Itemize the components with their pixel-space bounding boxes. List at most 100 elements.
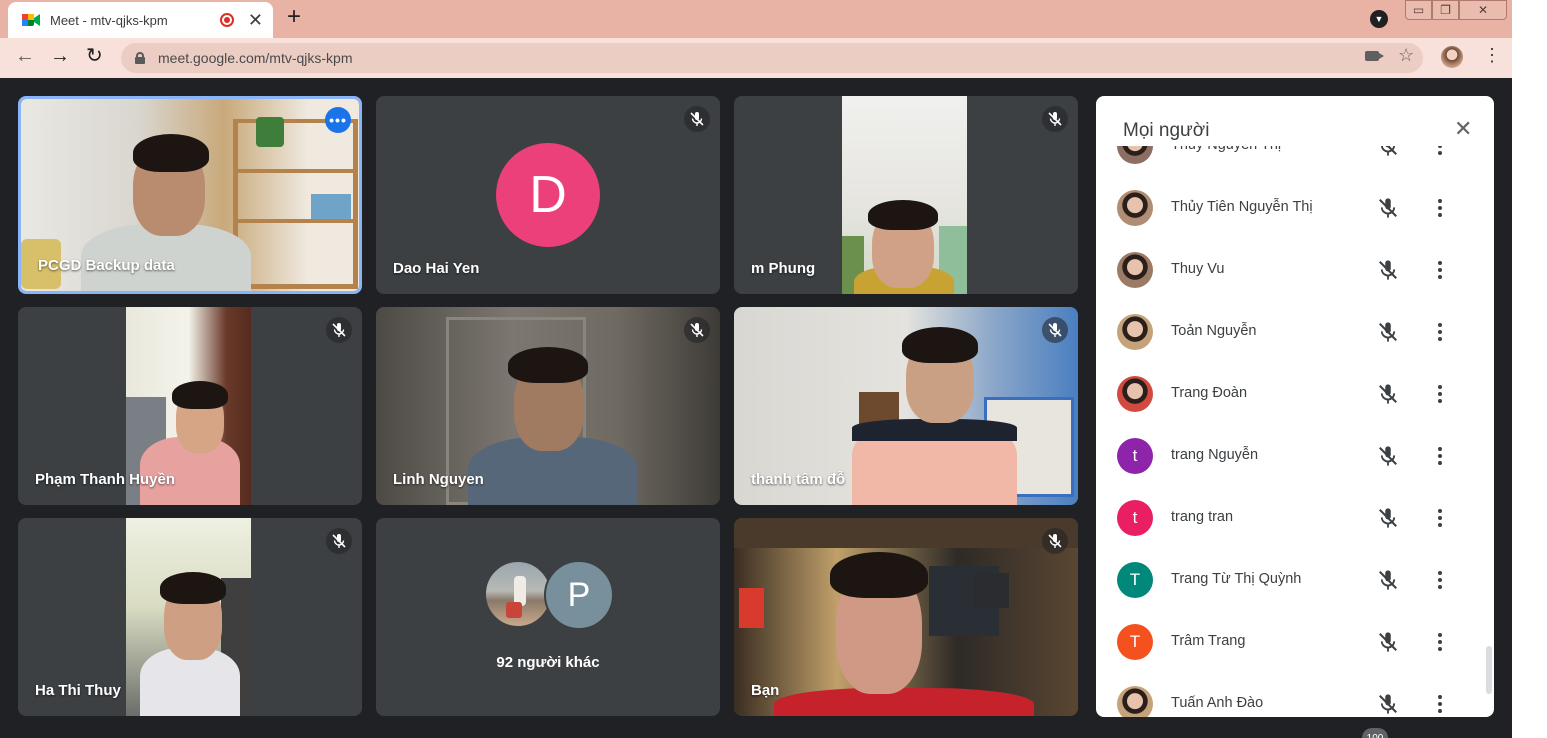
screen-edge bbox=[1512, 0, 1547, 738]
mic-off-icon[interactable] bbox=[1376, 146, 1400, 158]
participant-row-name: Thủy Tiên Nguyễn Thị bbox=[1171, 199, 1313, 215]
participant-row-name: trang Nguyễn bbox=[1171, 447, 1259, 463]
tab-close-icon[interactable]: ✕ bbox=[248, 11, 263, 29]
bookmark-star-icon[interactable]: ☆ bbox=[1398, 46, 1414, 64]
participant-photo-avatar bbox=[1117, 252, 1153, 288]
mic-off-icon bbox=[684, 106, 710, 132]
mic-off-icon bbox=[1042, 528, 1068, 554]
reload-icon[interactable]: ↻ bbox=[86, 46, 103, 66]
video-tile-linh-nguyen[interactable]: Linh Nguyen bbox=[376, 307, 720, 505]
window-maximize-button[interactable]: ❐ bbox=[1432, 0, 1459, 20]
mic-off-icon[interactable] bbox=[1376, 692, 1400, 716]
mic-off-icon bbox=[684, 317, 710, 343]
url-text[interactable]: meet.google.com/mtv-qjks-kpm bbox=[158, 50, 353, 66]
video-tile-thanh-tam-do[interactable]: thanh tâm đỗ bbox=[734, 307, 1078, 505]
participant-name: PCGD Backup data bbox=[38, 257, 175, 274]
mic-off-icon[interactable] bbox=[1376, 444, 1400, 468]
people-panel: Mọi người ✕ Thủy Nguyễn Thị Thủy Tiên Ngu… bbox=[1096, 96, 1494, 717]
participant-row[interactable]: Thủy Tiên Nguyễn Thị bbox=[1096, 177, 1494, 239]
video-tile-others[interactable]: P 92 người khác bbox=[376, 518, 720, 716]
participant-letter-avatar: t bbox=[1117, 438, 1153, 474]
more-options-icon[interactable] bbox=[1432, 506, 1448, 530]
others-avatars: P bbox=[484, 560, 614, 630]
browser-menu-icon[interactable]: ⋮ bbox=[1483, 46, 1501, 64]
browser-titlebar: Meet - mtv-qjks-kpm ✕ + ▼ ▭ ❐ ✕ bbox=[0, 0, 1512, 38]
browser-tab[interactable]: Meet - mtv-qjks-kpm ✕ bbox=[8, 2, 273, 38]
mic-off-icon[interactable] bbox=[1376, 196, 1400, 220]
video-tile-pham-thanh-huyen[interactable]: Phạm Thanh Huyền bbox=[18, 307, 362, 505]
participant-name: Linh Nguyen bbox=[393, 471, 484, 488]
participant-row-name: Toản Nguyễn bbox=[1171, 323, 1257, 339]
participant-name: Bạn bbox=[751, 682, 780, 699]
lock-icon[interactable] bbox=[135, 52, 145, 64]
participant-row[interactable]: Tuấn Anh Đào bbox=[1096, 673, 1494, 717]
video-tile-ban[interactable]: Bạn bbox=[734, 518, 1078, 716]
participant-count-badge: 100 bbox=[1362, 728, 1388, 738]
new-tab-button[interactable]: + bbox=[287, 5, 301, 29]
video-tile-m-phung[interactable]: m Phung bbox=[734, 96, 1078, 294]
mic-off-icon[interactable] bbox=[1376, 630, 1400, 654]
mic-off-icon bbox=[326, 317, 352, 343]
people-list-scrollbar[interactable] bbox=[1486, 646, 1492, 694]
participant-row-name: Thuy Vu bbox=[1171, 261, 1225, 277]
participant-row-name: trang tran bbox=[1171, 509, 1234, 525]
close-panel-icon[interactable]: ✕ bbox=[1454, 118, 1472, 140]
participant-row[interactable]: Thuy Vu bbox=[1096, 239, 1494, 301]
participant-photo-avatar bbox=[1117, 314, 1153, 350]
participant-row[interactable]: T Trang Từ Thị Quỳnh bbox=[1096, 549, 1494, 611]
panel-title: Mọi người bbox=[1123, 120, 1210, 141]
window-minimize-button[interactable]: ▭ bbox=[1405, 0, 1432, 20]
back-arrow-icon[interactable]: ← bbox=[15, 46, 35, 66]
others-count-label: 92 người khác bbox=[496, 654, 600, 671]
recording-icon bbox=[219, 13, 234, 27]
participant-name: Phạm Thanh Huyền bbox=[35, 471, 176, 488]
tile-more-options-button[interactable]: ••• bbox=[325, 107, 351, 133]
meet-stage: ••• PCGD Backup data D Dao Hai Yen m Phu… bbox=[0, 78, 1512, 738]
participant-photo-avatar bbox=[1117, 190, 1153, 226]
more-options-icon[interactable] bbox=[1432, 258, 1448, 282]
more-options-icon[interactable] bbox=[1432, 196, 1448, 220]
profile-avatar[interactable] bbox=[1441, 46, 1463, 68]
meet-window: Meet - mtv-qjks-kpm ✕ + ▼ ▭ ❐ ✕ ← → ↻ me… bbox=[0, 0, 1547, 738]
mic-off-icon[interactable] bbox=[1376, 320, 1400, 344]
participant-row-name: Trang Từ Thị Quỳnh bbox=[1171, 571, 1302, 587]
participant-row[interactable]: Thủy Nguyễn Thị bbox=[1096, 146, 1494, 177]
participant-row[interactable]: t trang tran bbox=[1096, 487, 1494, 549]
mic-off-icon bbox=[1042, 317, 1068, 343]
participant-photo-avatar bbox=[1117, 376, 1153, 412]
participant-row-name: Tuấn Anh Đào bbox=[1171, 695, 1264, 711]
video-tile-ha-thi-thuy[interactable]: Ha Thi Thuy bbox=[18, 518, 362, 716]
video-tile-dao-hai-yen[interactable]: D Dao Hai Yen bbox=[376, 96, 720, 294]
mic-off-icon[interactable] bbox=[1376, 258, 1400, 282]
more-options-icon[interactable] bbox=[1432, 382, 1448, 406]
participant-letter-avatar: t bbox=[1117, 500, 1153, 536]
participant-row[interactable]: t trang Nguyễn bbox=[1096, 425, 1494, 487]
participant-row[interactable]: Trang Đoàn bbox=[1096, 363, 1494, 425]
more-options-icon[interactable] bbox=[1432, 320, 1448, 344]
mic-off-icon[interactable] bbox=[1376, 568, 1400, 592]
address-bar[interactable]: meet.google.com/mtv-qjks-kpm bbox=[121, 43, 1423, 73]
more-options-icon[interactable] bbox=[1432, 146, 1448, 158]
participant-name: Dao Hai Yen bbox=[393, 260, 480, 277]
video-feed bbox=[734, 518, 1078, 716]
more-options-icon[interactable] bbox=[1432, 568, 1448, 592]
more-options-icon[interactable] bbox=[1432, 630, 1448, 654]
participant-row[interactable]: T Trâm Trang bbox=[1096, 611, 1494, 673]
camera-in-use-icon[interactable] bbox=[1365, 51, 1384, 61]
meet-favicon-icon bbox=[22, 12, 40, 28]
participant-letter-avatar: T bbox=[1117, 562, 1153, 598]
people-list[interactable]: Thủy Nguyễn Thị Thủy Tiên Nguyễn Thị Thuy … bbox=[1096, 146, 1494, 717]
more-options-icon[interactable] bbox=[1432, 692, 1448, 716]
more-options-icon[interactable] bbox=[1432, 444, 1448, 468]
mic-off-icon[interactable] bbox=[1376, 382, 1400, 406]
video-tile-pcgd[interactable]: ••• PCGD Backup data bbox=[18, 96, 362, 294]
participant-photo-avatar bbox=[1117, 146, 1153, 164]
participant-row-name: Trang Đoàn bbox=[1171, 385, 1248, 401]
window-close-button[interactable]: ✕ bbox=[1459, 0, 1507, 20]
participant-photo-avatar bbox=[1117, 686, 1153, 717]
tab-search-icon[interactable]: ▼ bbox=[1370, 10, 1388, 28]
forward-arrow-icon[interactable]: → bbox=[50, 46, 70, 66]
tab-title: Meet - mtv-qjks-kpm bbox=[50, 12, 168, 28]
participant-row[interactable]: Toản Nguyễn bbox=[1096, 301, 1494, 363]
mic-off-icon[interactable] bbox=[1376, 506, 1400, 530]
